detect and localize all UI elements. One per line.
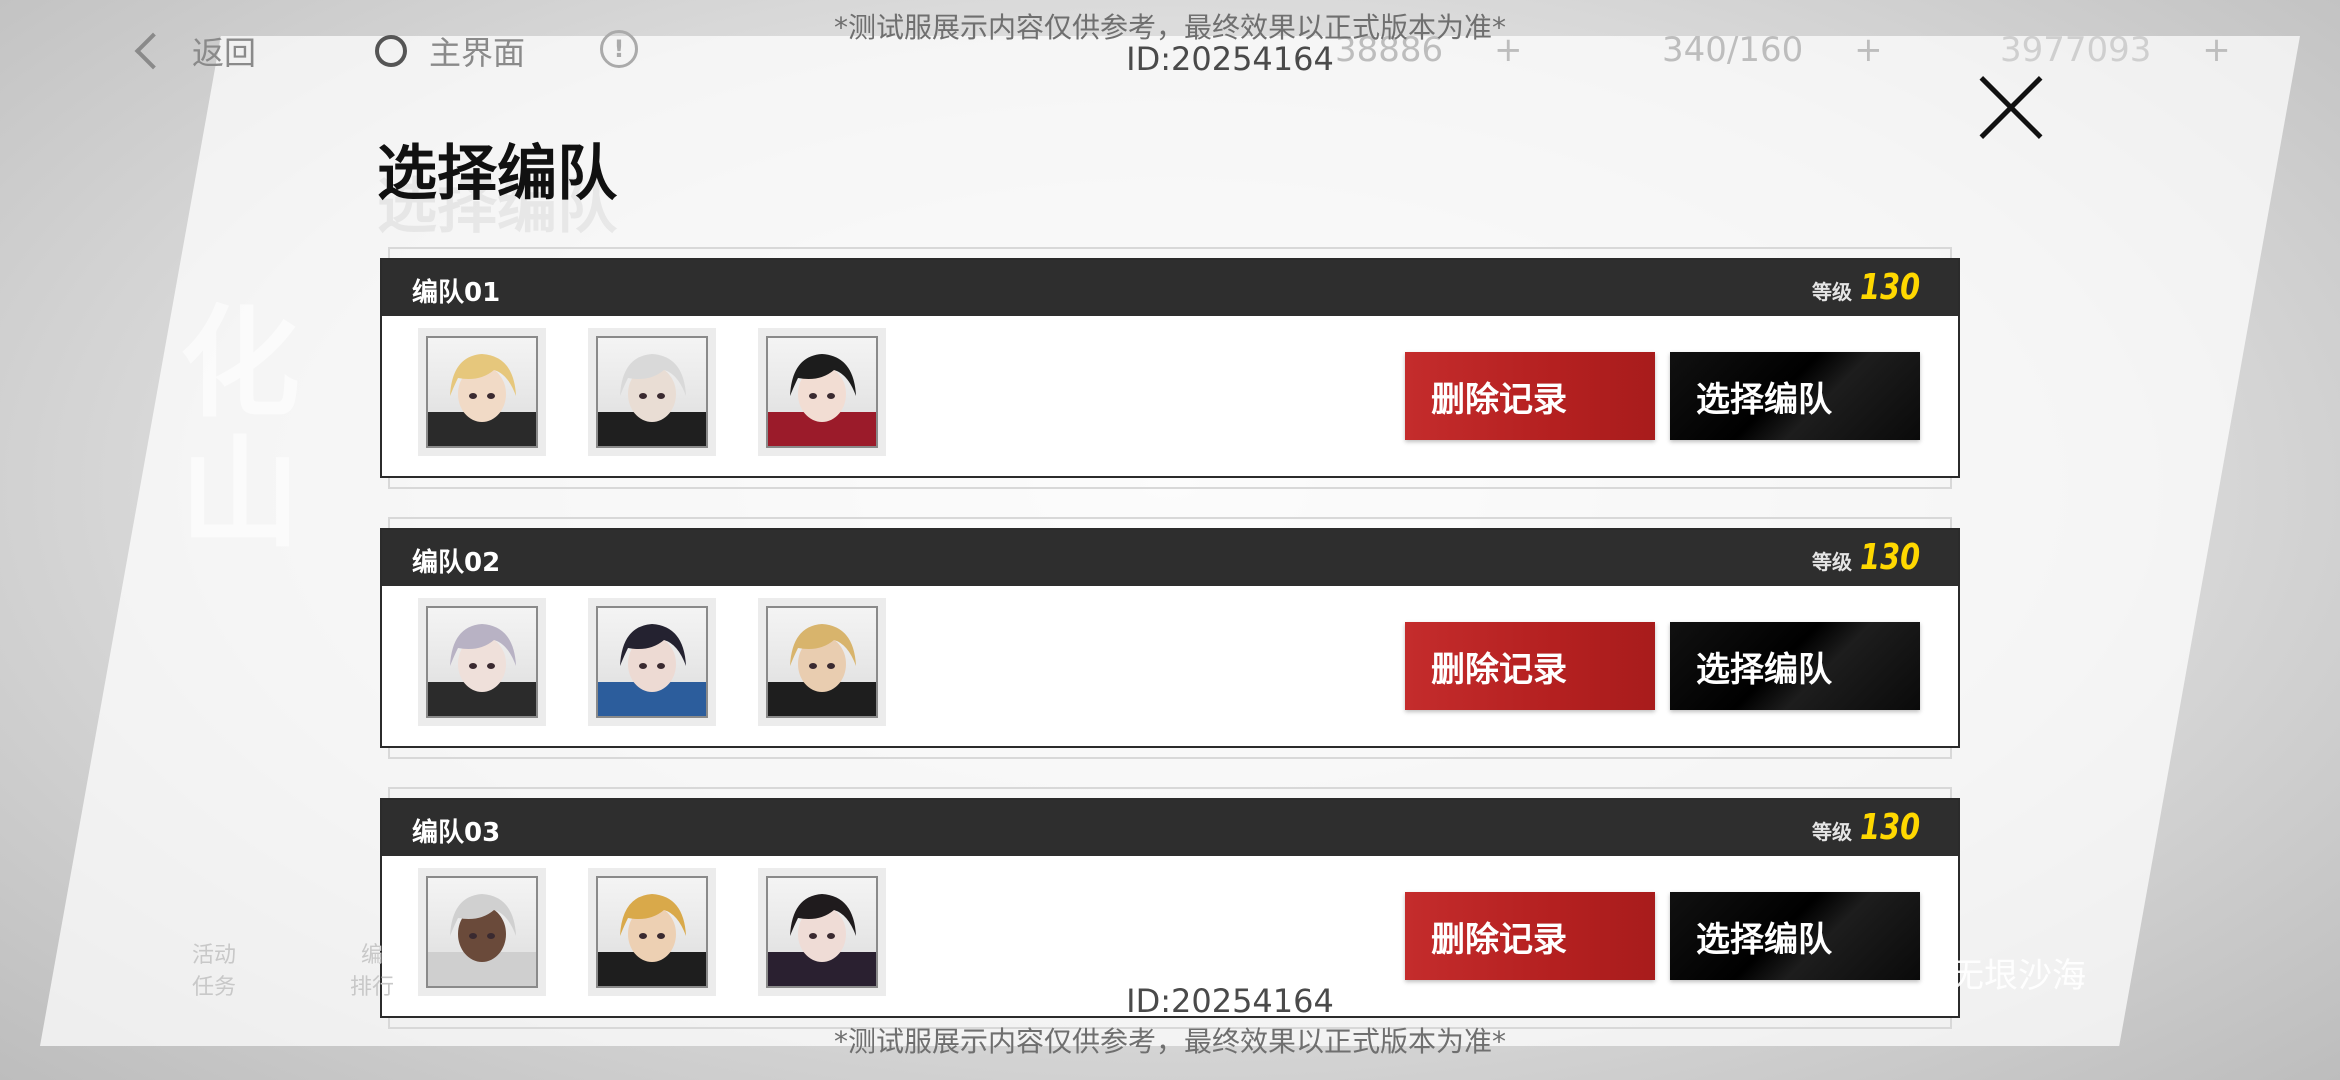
- portrait-frame: [766, 606, 878, 718]
- character-avatar[interactable]: [758, 598, 886, 726]
- level-label: 等级: [1812, 820, 1852, 844]
- character-avatar[interactable]: [758, 868, 886, 996]
- character-portrait-icon: [428, 354, 536, 446]
- portrait-frame: [596, 876, 708, 988]
- character-avatar[interactable]: [588, 328, 716, 456]
- portrait-frame: [426, 336, 538, 448]
- team-name: 编队01: [412, 278, 501, 308]
- disclaimer-bottom: *测试服展示内容仅供参考，最终效果以正式版本为准*: [833, 1025, 1506, 1058]
- character-portrait-icon: [598, 894, 706, 986]
- portrait-frame: [596, 606, 708, 718]
- character-portrait-icon: [428, 624, 536, 716]
- team-header: 编队01 等级 130: [382, 260, 1958, 316]
- team-card: 编队02 等级 130 删除记录 选择编队: [380, 517, 1960, 759]
- team-level: 130: [1859, 267, 1920, 308]
- level-label: 等级: [1812, 280, 1852, 304]
- portrait-frame: [596, 336, 708, 448]
- character-portrait-icon: [768, 354, 876, 446]
- team-header: 编队02 等级 130: [382, 530, 1958, 586]
- portrait-frame: [766, 336, 878, 448]
- delete-record-button[interactable]: 删除记录: [1405, 892, 1655, 980]
- team-header: 编队03 等级 130: [382, 800, 1958, 856]
- bg-activity-label: 活动 任务: [192, 943, 237, 1000]
- character-portrait-icon: [768, 894, 876, 986]
- game-logo: 无垠沙海: [1950, 956, 2086, 996]
- character-portrait-icon: [598, 354, 706, 446]
- character-avatar[interactable]: [418, 328, 546, 456]
- character-portrait-icon: [428, 894, 536, 986]
- portrait-frame: [766, 876, 878, 988]
- level-label: 等级: [1812, 550, 1852, 574]
- close-icon[interactable]: [1975, 72, 2047, 144]
- page-title: 选择编队: [377, 139, 617, 209]
- team-card: 编队01 等级 130 删除记录 选择编队: [380, 247, 1960, 489]
- delete-record-button[interactable]: 删除记录: [1405, 352, 1655, 440]
- portrait-frame: [426, 876, 538, 988]
- select-team-button[interactable]: 选择编队: [1670, 622, 1920, 710]
- character-portrait-icon: [768, 624, 876, 716]
- bg-rank-label: 编 排行: [350, 943, 395, 1000]
- character-portrait-icon: [598, 624, 706, 716]
- character-avatar[interactable]: [418, 598, 546, 726]
- character-avatar[interactable]: [588, 598, 716, 726]
- select-team-button[interactable]: 选择编队: [1670, 892, 1920, 980]
- team-name: 编队02: [412, 548, 501, 578]
- background-glyphs: 化 山: [180, 295, 300, 564]
- team-level: 130: [1859, 537, 1920, 578]
- team-name: 编队03: [412, 818, 501, 848]
- character-avatar[interactable]: [758, 328, 886, 456]
- select-team-button[interactable]: 选择编队: [1670, 352, 1920, 440]
- character-avatar[interactable]: [418, 868, 546, 996]
- character-avatar[interactable]: [588, 868, 716, 996]
- team-level: 130: [1859, 807, 1920, 848]
- portrait-frame: [426, 606, 538, 718]
- delete-record-button[interactable]: 删除记录: [1405, 622, 1655, 710]
